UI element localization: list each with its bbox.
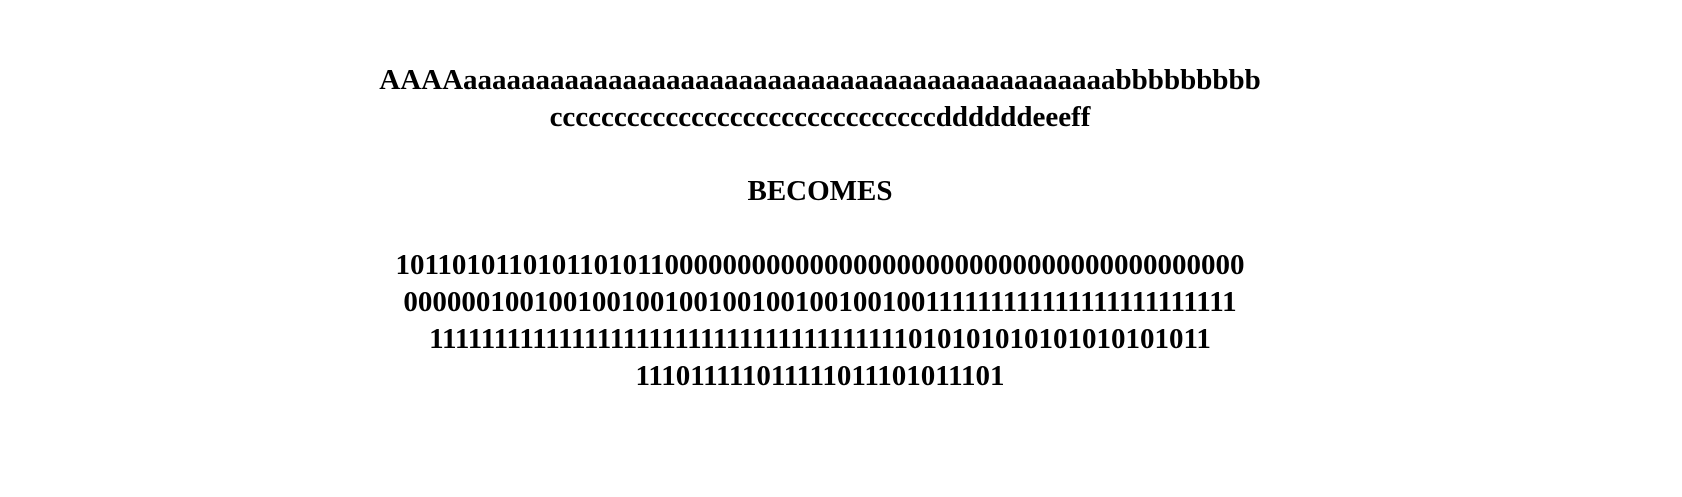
source-text-line-2: ccccccccccccccccccccccccccccccddddddeeef… xyxy=(549,101,1091,133)
encoded-text-line-4: 111011111011111011101011101 xyxy=(635,360,1005,392)
encoded-text-line-2: 0000001001001001001001001001001001001111… xyxy=(403,286,1237,318)
separator-heading: BECOMES xyxy=(0,173,1640,210)
source-text-line-1: AAAAaaaaaaaaaaaaaaaaaaaaaaaaaaaaaaaaaaaa… xyxy=(379,64,1261,96)
source-text-block: AAAAaaaaaaaaaaaaaaaaaaaaaaaaaaaaaaaaaaaa… xyxy=(0,62,1640,136)
separator-label: BECOMES xyxy=(747,175,893,207)
encoded-text-line-3: 1111111111111111111111111111111111111010… xyxy=(429,323,1211,355)
encoded-text-block: 1011010110101101011000000000000000000000… xyxy=(0,247,1640,395)
encoded-text-line-1: 1011010110101101011000000000000000000000… xyxy=(395,249,1245,281)
